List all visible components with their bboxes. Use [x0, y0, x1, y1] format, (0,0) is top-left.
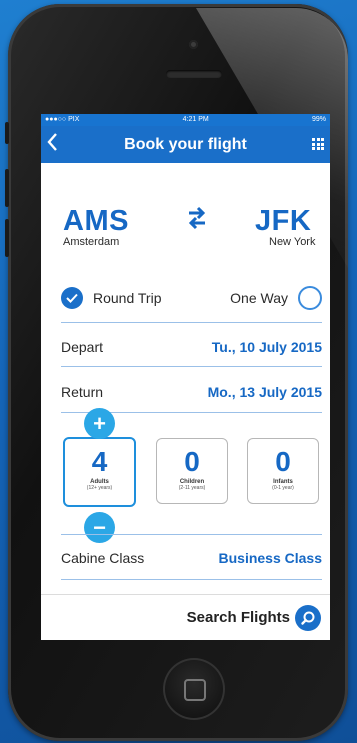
- adults-count: 4: [91, 446, 108, 477]
- one-way-label: One Way: [230, 290, 288, 306]
- decrement-adults-button[interactable]: −: [84, 512, 115, 543]
- home-button[interactable]: [163, 658, 225, 720]
- home-square-icon: [184, 679, 206, 701]
- cabin-class-label: Cabine Class: [61, 550, 145, 566]
- cabin-class-row[interactable]: Cabine Class Business Class: [61, 544, 322, 572]
- checkmark-icon: [61, 287, 83, 309]
- carrier-signal: ●●●○○ PIX: [45, 116, 80, 123]
- return-date: Mo., 13 July 2015: [207, 384, 322, 400]
- round-trip-label: Round Trip: [93, 290, 162, 306]
- infants-counter[interactable]: 0 Infants (0-1 year): [247, 438, 319, 504]
- origin-city: Amsterdam: [63, 236, 120, 248]
- infants-range: (0-1 year): [272, 485, 294, 491]
- earpiece-speaker: [166, 70, 222, 78]
- front-camera: [189, 40, 198, 49]
- app-screen: ●●●○○ PIX 4:21 PM 99% Book your flight A…: [41, 114, 330, 640]
- status-bar: ●●●○○ PIX 4:21 PM 99%: [41, 114, 330, 126]
- divider: [61, 366, 322, 367]
- search-bar: Search Flights: [41, 594, 330, 640]
- depart-label: Depart: [61, 339, 104, 355]
- divider: [61, 534, 322, 535]
- grid-menu-icon[interactable]: [312, 138, 324, 150]
- increment-adults-button[interactable]: +: [84, 408, 115, 439]
- adults-counter[interactable]: 4 Adults (12+ years): [63, 437, 136, 507]
- infants-count: 0: [275, 446, 291, 477]
- return-label: Return: [61, 384, 104, 400]
- one-way-option[interactable]: One Way: [230, 286, 322, 310]
- children-range: (2-11 years): [178, 485, 206, 491]
- page-title: Book your flight: [124, 135, 247, 153]
- mute-switch: [5, 122, 9, 144]
- status-time: 4:21 PM: [182, 116, 209, 123]
- depart-date: Tu., 10 July 2015: [211, 339, 322, 355]
- radio-unselected-icon: [298, 286, 322, 310]
- volume-down-button: [5, 219, 9, 257]
- divider: [61, 322, 322, 323]
- search-icon[interactable]: [295, 605, 321, 631]
- origin-code[interactable]: AMS: [63, 205, 129, 238]
- return-row[interactable]: Return Mo., 13 July 2015: [61, 378, 322, 406]
- volume-up-button: [5, 169, 9, 207]
- nav-bar: Book your flight: [41, 126, 330, 163]
- depart-row[interactable]: Depart Tu., 10 July 2015: [61, 333, 322, 361]
- cabin-class-value: Business Class: [218, 550, 323, 566]
- divider: [61, 579, 322, 580]
- children-count: 0: [184, 446, 200, 477]
- adults-range: (12+ years): [86, 485, 113, 491]
- battery-level: 99%: [311, 116, 326, 123]
- back-chevron-icon[interactable]: [46, 132, 66, 154]
- destination-city: New York: [269, 236, 316, 248]
- swap-icon[interactable]: [186, 205, 208, 231]
- destination-code[interactable]: JFK: [255, 205, 311, 238]
- children-counter[interactable]: 0 Children (2-11 years): [156, 438, 228, 504]
- round-trip-option[interactable]: Round Trip: [61, 287, 161, 309]
- trip-type-row: Round Trip One Way: [61, 284, 322, 312]
- search-flights-label[interactable]: Search Flights: [187, 609, 290, 626]
- route-selector: AMS Amsterdam JFK New York: [41, 163, 330, 248]
